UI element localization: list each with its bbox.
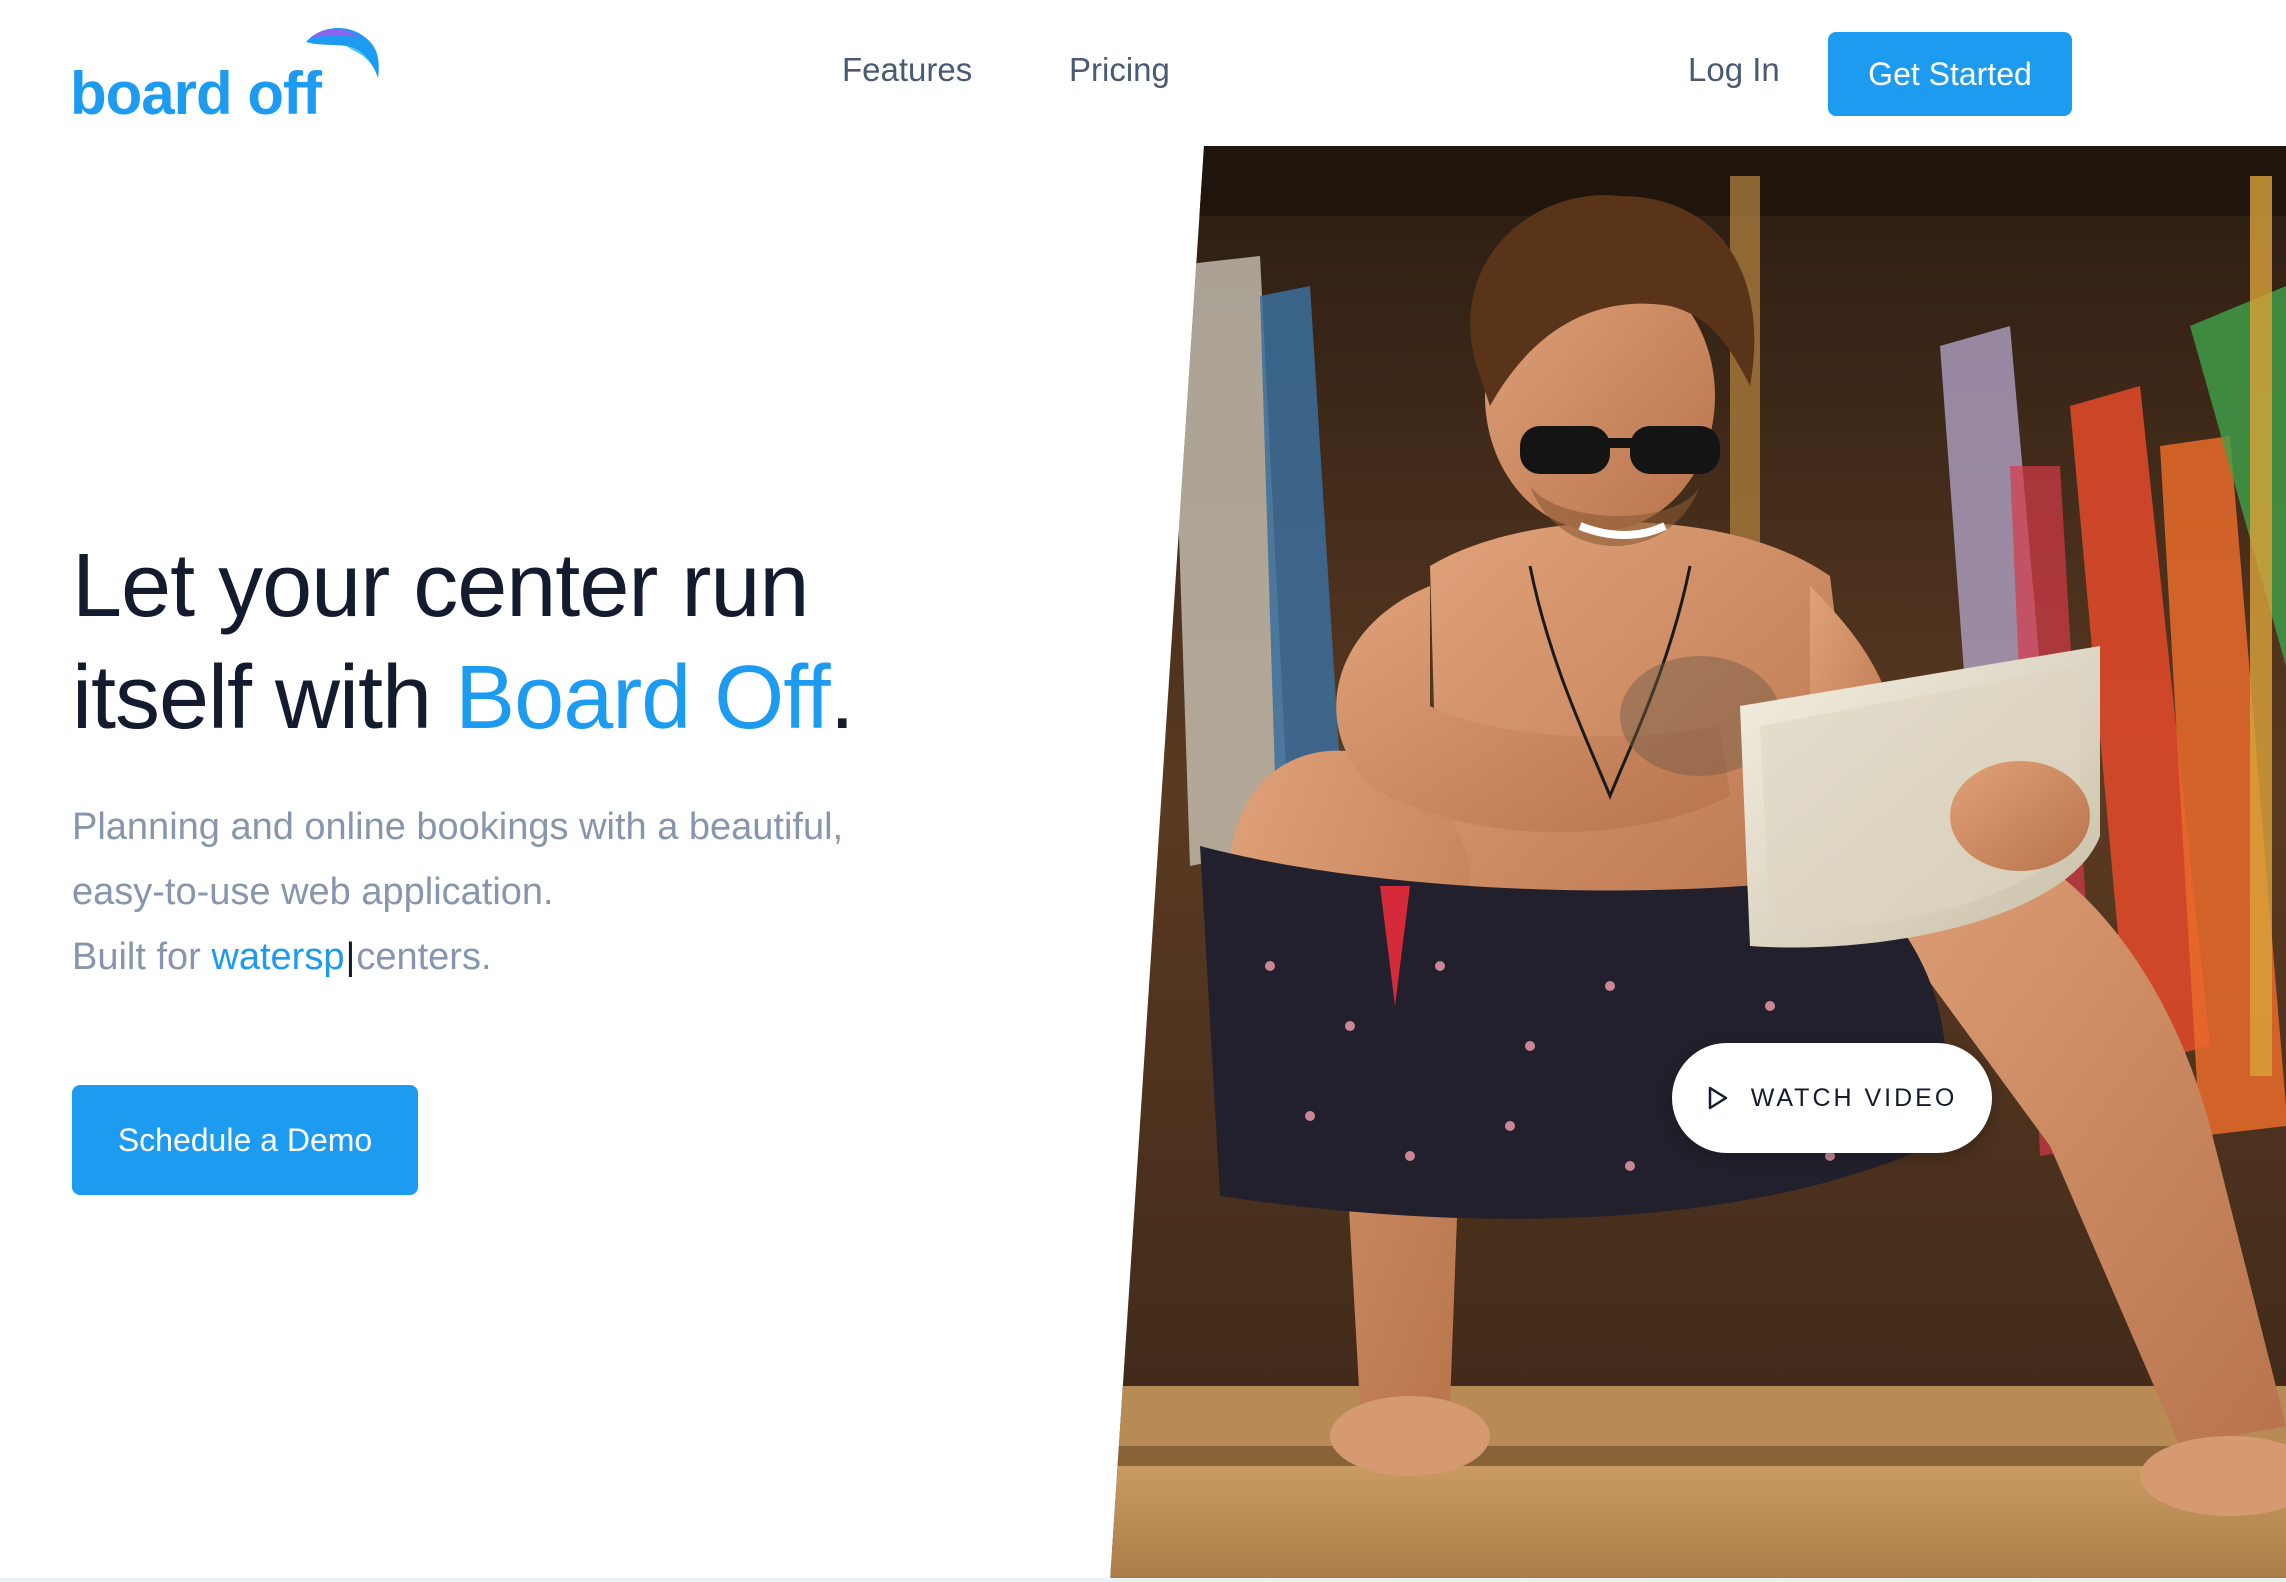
page-bottom-divider (0, 1578, 2286, 1582)
subtext-centers: centers. (356, 936, 492, 978)
hero-image (1110, 146, 2286, 1582)
logo-text: board off (70, 60, 322, 127)
subtext-line-1: Planning and online bookings with a beau… (72, 806, 844, 848)
watch-video-label: WATCH VIDEO (1750, 1083, 1958, 1112)
subtext-built-for: Built for (72, 936, 212, 978)
schedule-demo-button[interactable]: Schedule a Demo (72, 1085, 418, 1195)
nav-pricing-link[interactable]: Pricing (1069, 50, 1170, 90)
play-icon (1708, 1086, 1727, 1110)
hero-subtext: Planning and online bookings with a beau… (72, 795, 992, 990)
typed-word: watersp (211, 936, 345, 978)
subtext-line-2: easy-to-use web application. (72, 871, 554, 913)
hero-photo-illustration (1110, 146, 2286, 1582)
headline-period: . (829, 648, 855, 748)
nav-login-link[interactable]: Log In (1688, 50, 1780, 90)
nav-features-link[interactable]: Features (842, 50, 972, 90)
logo-link[interactable]: board off (70, 24, 380, 134)
typing-caret: | (345, 936, 356, 978)
watch-video-button[interactable]: WATCH VIDEO (1672, 1043, 1992, 1153)
landing-page: board off Features Pricing Log In Get St… (0, 0, 2286, 1582)
headline-brand: Board Off (455, 648, 831, 748)
hero-headline: Let your center run itself with Board Of… (72, 530, 972, 754)
get-started-button[interactable]: Get Started (1828, 32, 2072, 116)
